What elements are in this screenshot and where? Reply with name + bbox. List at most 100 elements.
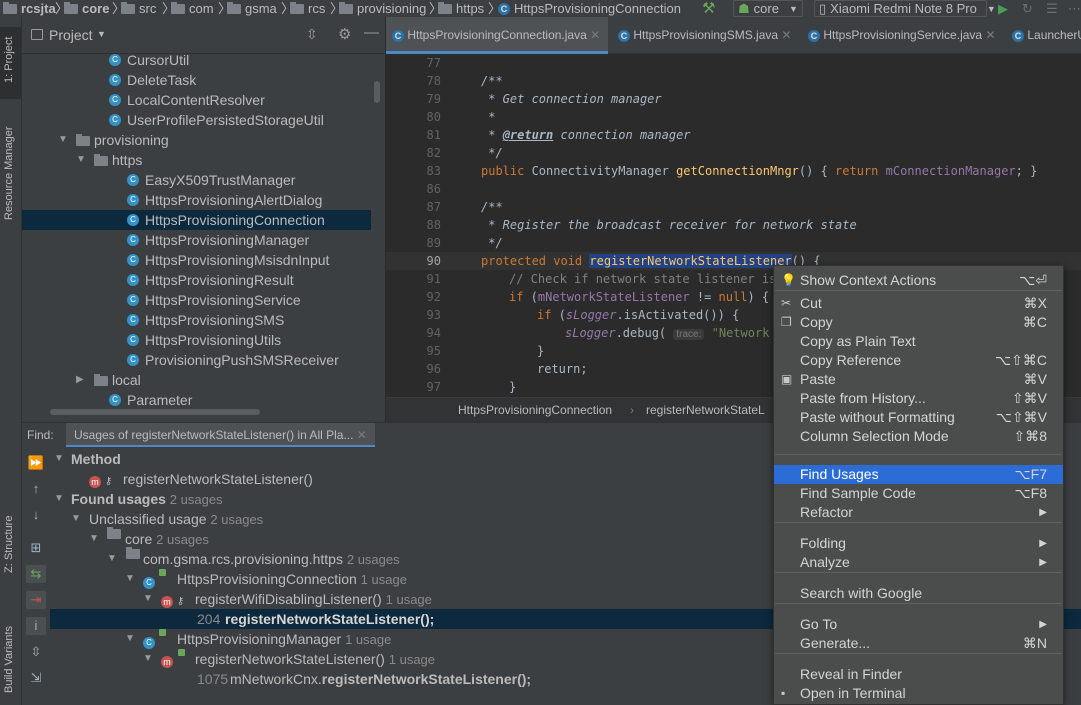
menu-item-refactor[interactable]: Refactor ▶: [774, 503, 1063, 522]
menu-item-find-sample-code[interactable]: Find Sample Code ⌥F8: [774, 484, 1063, 503]
class-icon: C: [127, 214, 139, 226]
tree-item-label: Parameter: [127, 392, 193, 408]
read-access-icon[interactable]: ⇆: [26, 565, 46, 583]
breadcrumb-rcsjta[interactable]: rcsjta: [3, 0, 56, 17]
structure-tab[interactable]: Z: Structure: [3, 516, 15, 573]
chevron-down-icon: ▼: [143, 653, 153, 664]
code-line: 77: [426, 56, 441, 70]
code-text: sLogger.debug( trace: "Network s: [565, 326, 784, 340]
write-access-icon[interactable]: ⇥: [26, 591, 46, 609]
menu-item-open-in-terminal[interactable]: ▪ Open in Terminal: [774, 684, 1063, 703]
package-icon: [94, 374, 108, 386]
project-view-selector[interactable]: Project: [49, 27, 93, 43]
up-arrow-icon[interactable]: ↑: [26, 480, 46, 498]
tab-launcher[interactable]: C LauncherU: [1006, 17, 1081, 54]
tree-item-label: CursorUtil: [127, 52, 190, 68]
menu-item-find-usages[interactable]: Find Usages ⌥F7: [774, 465, 1063, 484]
code-line: 89 */: [426, 236, 503, 250]
build-variants-tab[interactable]: Build Variants: [3, 626, 15, 693]
close-icon[interactable]: ✕: [357, 428, 367, 442]
menu-item-paste[interactable]: ▣ Paste ⌘V: [774, 370, 1063, 389]
rerun-icon[interactable]: ⏩: [26, 454, 46, 472]
menu-item-analyze[interactable]: Analyze ▶: [774, 553, 1063, 572]
collapse-all-icon[interactable]: ⇳: [306, 26, 318, 43]
tree-item-label: HttpsProvisioningUtils: [145, 332, 282, 348]
menu-shortcut: ⇧⌘8: [1013, 428, 1047, 444]
menu-item-column-selection-mode[interactable]: Column Selection Mode ⇧⌘8: [774, 427, 1063, 446]
menu-item-folding[interactable]: Folding ▶: [774, 534, 1063, 553]
rerun-icon[interactable]: ↻: [1022, 0, 1033, 17]
resource-manager-tab[interactable]: Resource Manager: [3, 126, 15, 220]
tree-item-label: https: [112, 152, 143, 168]
menu-item-generate[interactable]: Generate... ⌘N: [774, 634, 1063, 653]
run-icon[interactable]: ▶: [998, 0, 1008, 17]
chevron-down-icon: ▼: [125, 573, 135, 584]
menu-item-reveal-in-finder[interactable]: Reveal in Finder: [774, 665, 1063, 684]
submenu-arrow-icon: ▶: [1039, 619, 1047, 630]
left-tool-strip: 1: Project Resource Manager Z: Structure…: [0, 17, 22, 705]
submenu-arrow-icon: ▶: [1039, 557, 1047, 568]
down-arrow-icon[interactable]: ↓: [26, 506, 46, 524]
class-icon: C: [109, 54, 121, 66]
tab-https-provisioning-connection[interactable]: C HttpsProvisioningConnection.java ✕: [386, 17, 608, 54]
tree-hscrollbar[interactable]: [50, 409, 260, 415]
breadcrumb-src[interactable]: src: [121, 0, 156, 17]
close-icon[interactable]: ✕: [985, 28, 995, 42]
menu-item-go-to[interactable]: Go To ▶: [774, 615, 1063, 634]
tab-https-provisioning-sms[interactable]: C HttpsProvisioningSMS.java ✕: [612, 17, 800, 54]
menu-item-label: Open in Terminal: [800, 685, 906, 701]
breadcrumb-core[interactable]: core: [64, 0, 109, 17]
breadcrumb-method[interactable]: registerNetworkStateL: [646, 398, 765, 422]
project-tool-tab[interactable]: 1: Project: [3, 37, 15, 83]
find-usages-tab[interactable]: Usages of registerNetworkStateListener()…: [66, 423, 375, 447]
menu-shortcut: ⌥F7: [1014, 466, 1047, 482]
menu-separator: [775, 572, 1062, 573]
menu-item-copy[interactable]: ❐ Copy ⌘C: [774, 313, 1063, 332]
apply-changes-icon[interactable]: ☰: [1046, 0, 1058, 17]
menu-item-label: Search with Google: [800, 585, 923, 601]
tree-scrollbar[interactable]: [374, 81, 380, 103]
menu-item-label: Copy as Plain Text: [800, 333, 916, 349]
chevron-down-icon[interactable]: ▼: [97, 29, 106, 39]
breadcrumb-rcs[interactable]: rcs: [290, 0, 325, 17]
tree-class[interactable]: C HttpsProvisioningConnection: [22, 210, 371, 230]
breadcrumb-https[interactable]: https: [438, 0, 484, 17]
collapse-all-icon[interactable]: ⇲: [26, 669, 46, 687]
module-selector[interactable]: ☗ core ▼: [733, 0, 803, 17]
breadcrumb-provisioning[interactable]: provisioning: [339, 0, 426, 17]
breadcrumb-com[interactable]: com: [171, 0, 214, 17]
lock-icon: [159, 569, 166, 576]
menu-item-label: Refactor: [800, 504, 853, 520]
method-icon: m: [161, 649, 173, 669]
expand-all-icon[interactable]: ⇳: [26, 643, 46, 661]
tree-item-label: HttpsProvisioningSMS: [145, 312, 285, 328]
hide-icon[interactable]: —: [364, 24, 379, 41]
gear-icon[interactable]: ⚙: [338, 25, 351, 43]
menu-item-copy-as-plain-text[interactable]: Copy as Plain Text: [774, 332, 1063, 351]
hammer-icon[interactable]: ⚒: [702, 0, 715, 17]
menu-item-paste-without-formatting[interactable]: Paste without Formatting ⌥⇧⌘V: [774, 408, 1063, 427]
breadcrumb-gsma[interactable]: gsma: [227, 0, 277, 17]
menu-item-paste-from-history[interactable]: Paste from History... ⇧⌘V: [774, 389, 1063, 408]
tab-https-provisioning-service[interactable]: C HttpsProvisioningService.java ✕: [802, 17, 1002, 54]
menu-item-copy-reference[interactable]: Copy Reference ⌥⇧⌘C: [774, 351, 1063, 370]
chevron-down-icon[interactable]: ▼: [76, 150, 88, 170]
breadcrumb-class[interactable]: C HttpsProvisioningConnection: [498, 0, 681, 17]
menu-item-cut[interactable]: ✂ Cut ⌘X: [774, 294, 1063, 313]
class-icon: C: [498, 2, 510, 15]
info-icon[interactable]: i: [26, 617, 46, 635]
menu-item-search-with-google[interactable]: Search with Google: [774, 584, 1063, 603]
breadcrumb-class[interactable]: HttpsProvisioningConnection: [458, 398, 612, 422]
chevron-right-icon[interactable]: ▶: [76, 370, 88, 390]
close-icon[interactable]: ✕: [590, 28, 600, 42]
device-selector[interactable]: ▯ Xiaomi Redmi Note 8 Pro ▼: [814, 0, 996, 17]
group-icon[interactable]: ⊞: [26, 539, 46, 557]
close-icon[interactable]: ✕: [781, 28, 791, 42]
menu-separator: [775, 290, 1062, 291]
chevron-down-icon[interactable]: ▼: [58, 130, 70, 150]
menu-item-show-context-actions[interactable]: 💡 Show Context Actions ⌥⏎: [774, 271, 1063, 290]
tree-item-label: ProvisioningPushSMSReceiver: [145, 352, 339, 368]
tree-item-label: HttpsProvisioningService: [145, 292, 301, 308]
more-icon[interactable]: ⋯: [1068, 0, 1081, 17]
class-icon: C: [127, 174, 139, 186]
